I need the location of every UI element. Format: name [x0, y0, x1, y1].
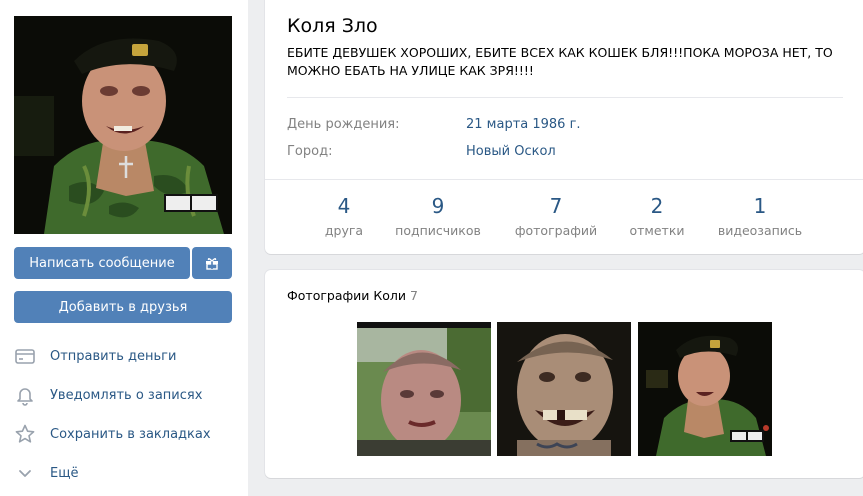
menu-send-money[interactable]: Отправить деньги — [14, 344, 176, 368]
photo-thumb-1-image — [357, 322, 491, 456]
counter-followers[interactable]: 9 подписчиков — [383, 193, 493, 238]
counter-followers-num: 9 — [431, 194, 445, 218]
counter-photos[interactable]: 7 фотографий — [501, 193, 611, 238]
birthday-value[interactable]: 21 марта 1986 г. — [466, 117, 581, 132]
photos-title[interactable]: Фотографии Коли 7 — [287, 288, 418, 303]
counters-row: 4 друга 9 подписчиков 7 фотографий 2 отм… — [265, 179, 863, 254]
add-friend-label: Добавить в друзья — [58, 299, 188, 315]
gift-icon — [206, 258, 218, 270]
avatar-photo — [14, 16, 232, 234]
page-title: Коля Зло — [287, 15, 378, 37]
menu-more[interactable]: Ещё — [14, 461, 78, 485]
menu-notify-posts-label: Уведомлять о записях — [50, 387, 203, 403]
counter-tags-num: 2 — [650, 194, 664, 218]
counter-tags-caption: отметки — [629, 223, 685, 238]
left-column: Написать сообщение Добавить в друзья Отп… — [0, 0, 248, 496]
photo-thumb-2[interactable] — [497, 322, 631, 456]
star-icon — [15, 424, 35, 443]
photo-thumb-3-image — [638, 322, 772, 456]
menu-save-bookmarks-label: Сохранить в закладках — [50, 426, 211, 442]
menu-more-label: Ещё — [50, 465, 79, 481]
photo-thumb-3[interactable] — [638, 322, 772, 456]
menu-send-money-label: Отправить деньги — [50, 348, 177, 364]
counter-tags[interactable]: 2 отметки — [602, 193, 712, 238]
menu-save-bookmarks[interactable]: Сохранить в закладках — [14, 422, 211, 446]
send-message-button[interactable]: Написать сообщение — [14, 247, 190, 279]
city-value[interactable]: Новый Оскол — [466, 144, 556, 159]
menu-notify-posts[interactable]: Уведомлять о записях — [14, 383, 202, 407]
chevron-down-icon — [19, 470, 31, 477]
photo-thumb-2-image — [497, 322, 631, 456]
counter-photos-caption: фотографий — [514, 223, 598, 238]
counter-videos-num: 1 — [753, 194, 767, 218]
profile-avatar[interactable] — [14, 16, 232, 234]
counter-videos[interactable]: 1 видеозапись — [705, 193, 815, 238]
photos-count: 7 — [410, 288, 418, 303]
photo-thumb-1[interactable] — [357, 322, 491, 456]
birthday-label: День рождения: — [287, 117, 400, 132]
photos-card: Фотографии Коли 7 — [265, 270, 863, 478]
profile-status: ЕБИТЕ ДЕВУШЕК ХОРОШИХ, ЕБИТЕ ВСЕХ КАК КО… — [287, 45, 833, 78]
info-divider — [287, 97, 843, 98]
add-friend-button[interactable]: Добавить в друзья — [14, 291, 232, 323]
counter-videos-caption: видеозапись — [717, 223, 803, 238]
gift-button[interactable] — [192, 247, 232, 279]
send-message-label: Написать сообщение — [29, 255, 175, 271]
counter-followers-caption: подписчиков — [395, 223, 481, 238]
city-label: Город: — [287, 144, 333, 159]
profile-info-card: Коля Зло ЕБИТЕ ДЕВУШЕК ХОРОШИХ, ЕБИТЕ ВС… — [265, 0, 863, 254]
card-icon — [15, 349, 35, 364]
photos-title-text: Фотографии Коли — [287, 288, 407, 303]
counter-photos-num: 7 — [549, 194, 563, 218]
bell-icon — [17, 388, 33, 406]
